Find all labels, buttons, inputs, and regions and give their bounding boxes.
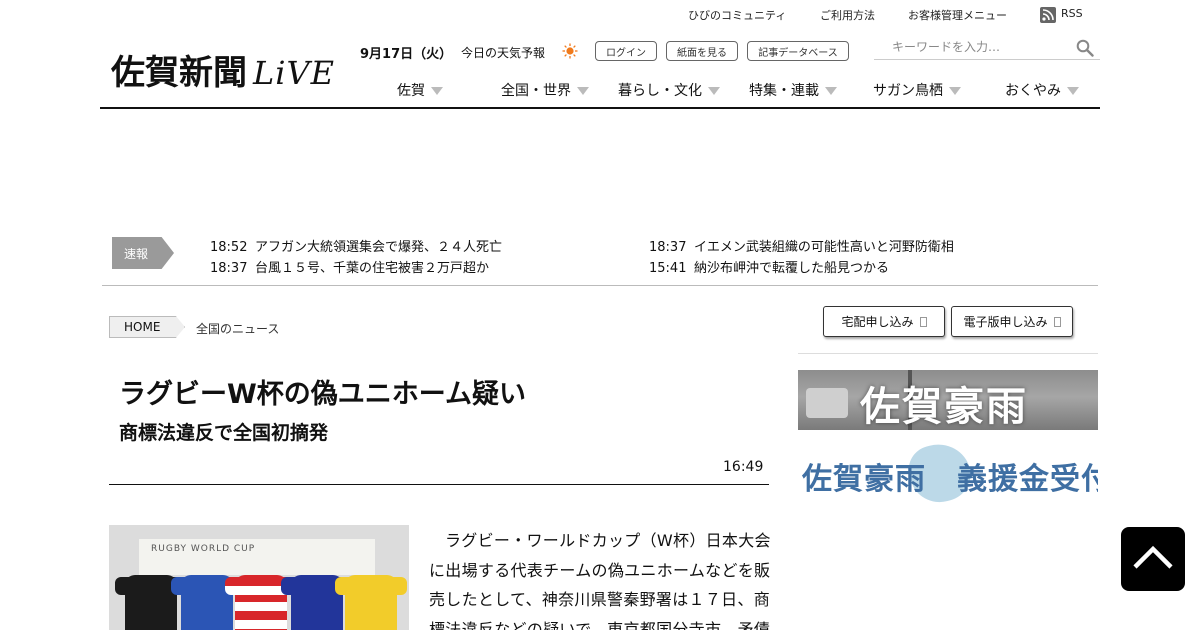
rss-icon[interactable]	[1040, 7, 1056, 23]
digital-subscription-button[interactable]: 電子版申し込み	[951, 306, 1073, 337]
nav-item-label: おくやみ	[1005, 83, 1061, 99]
breaking-news-item[interactable]: 18:37 台風１５号、千葉の住宅被害２万戸超か	[210, 257, 489, 276]
search-input[interactable]	[874, 36, 1070, 58]
triangle-down-icon	[825, 86, 837, 95]
nav-item-sagan-tosu[interactable]: サガン鳥栖	[873, 80, 961, 100]
utility-link-rss[interactable]: RSS	[1061, 7, 1083, 20]
news-time: 18:37	[210, 261, 248, 276]
donation-banner-title: 佐賀豪雨 義援金受付	[802, 462, 1098, 497]
nav-item-lifestyle-culture[interactable]: 暮らし・文化	[618, 80, 720, 100]
external-link-icon	[919, 316, 927, 327]
article-body: ラグビー・ワールドカップ（W杯）日本大会に出場する代表チームの偽ユニホームなどを…	[429, 531, 771, 630]
breaking-news-item[interactable]: 18:37 イエメン武装組織の可能性高いと河野防衛相	[649, 236, 954, 255]
utility-links: ひびのコミュニティ ご利用方法 お客様管理メニュー RSS	[0, 7, 1200, 23]
nav-item-national-world[interactable]: 全国・世界	[501, 80, 589, 100]
article-database-button[interactable]: 記事データベース	[747, 41, 849, 61]
nav-item-saga[interactable]: 佐賀	[397, 80, 443, 100]
utility-link-community[interactable]: ひびのコミュニティ	[688, 7, 786, 23]
search-box	[874, 36, 1100, 60]
nav-item-features-series[interactable]: 特集・連載	[749, 80, 837, 100]
news-title: イエメン武装組織の可能性高いと河野防衛相	[694, 240, 954, 255]
nav-item-obituaries[interactable]: おくやみ	[1005, 80, 1079, 100]
triangle-down-icon	[708, 86, 720, 95]
breadcrumb-home[interactable]: HOME	[109, 316, 185, 338]
external-link-icon	[1053, 316, 1061, 327]
photo-signboard-text: RUGBY WORLD CUP	[151, 544, 256, 554]
nav-item-label: 特集・連載	[749, 83, 819, 99]
home-delivery-button[interactable]: 宅配申し込み	[823, 306, 945, 337]
article-divider	[109, 484, 769, 485]
news-title: 台風１５号、千葉の住宅被害２万戸超か	[255, 261, 490, 276]
chevron-up-icon	[1133, 545, 1173, 569]
jersey-black	[115, 575, 187, 630]
header-divider	[100, 107, 1100, 109]
banner-car-image	[806, 388, 848, 418]
weather-forecast-link[interactable]: 今日の天気予報	[461, 44, 545, 61]
nav-item-label: 佐賀	[397, 83, 425, 99]
triangle-down-icon	[577, 86, 589, 95]
login-button[interactable]: ログイン	[595, 41, 657, 61]
search-icon[interactable]	[1076, 39, 1094, 57]
breaking-news-divider	[102, 285, 1098, 286]
view-paper-button[interactable]: 紙面を見る	[666, 41, 738, 61]
utility-link-usage[interactable]: ご利用方法	[820, 7, 875, 23]
jersey-red-white	[225, 575, 297, 630]
news-title: 納沙布岬沖で転覆した船見つかる	[694, 261, 890, 276]
nav-item-label: サガン鳥栖	[873, 83, 943, 99]
article-subheadline: 商標法違反で全国初摘発	[119, 422, 329, 444]
sun-icon[interactable]	[562, 43, 578, 59]
breaking-news-item[interactable]: 18:52 アフガン大統領選集会で爆発、２４人死亡	[210, 236, 502, 255]
breadcrumb-current: 全国のニュース	[196, 322, 280, 336]
nav-item-label: 暮らし・文化	[618, 83, 702, 99]
triangle-down-icon	[1067, 86, 1079, 95]
news-time: 18:52	[210, 240, 248, 255]
sidebar-divider	[798, 353, 1098, 354]
current-date: 9月17日（火）	[360, 47, 453, 62]
back-to-top-button[interactable]	[1121, 527, 1185, 591]
donation-banner[interactable]: 佐賀豪雨 義援金受付	[798, 442, 1098, 504]
nav-item-label: 全国・世界	[501, 83, 571, 99]
news-title: アフガン大統領選集会で爆発、２４人死亡	[255, 240, 503, 255]
home-delivery-label: 宅配申し込み	[841, 315, 914, 329]
jersey-yellow	[335, 575, 407, 630]
triangle-down-icon	[431, 86, 443, 95]
breaking-news-item[interactable]: 15:41 納沙布岬沖で転覆した船見つかる	[649, 257, 889, 276]
breaking-news-tag: 速報	[112, 237, 174, 269]
saga-flood-banner-title: 佐賀豪雨	[860, 383, 1028, 430]
news-time: 18:37	[649, 240, 687, 255]
triangle-down-icon	[949, 86, 961, 95]
saga-flood-banner[interactable]: 佐賀豪雨	[798, 370, 1098, 430]
digital-subscription-label: 電子版申し込み	[963, 315, 1048, 329]
article-time: 16:49	[723, 459, 764, 475]
news-time: 15:41	[649, 261, 687, 276]
main-nav: 佐賀 全国・世界 暮らし・文化 特集・連載 サガン鳥栖 おくやみ	[0, 80, 1200, 102]
article-headline: ラグビーW杯の偽ユニホーム疑い	[119, 379, 526, 410]
article-photo[interactable]: RUGBY WORLD CUP	[109, 525, 409, 630]
utility-link-customer-menu[interactable]: お客様管理メニュー	[908, 7, 1007, 23]
